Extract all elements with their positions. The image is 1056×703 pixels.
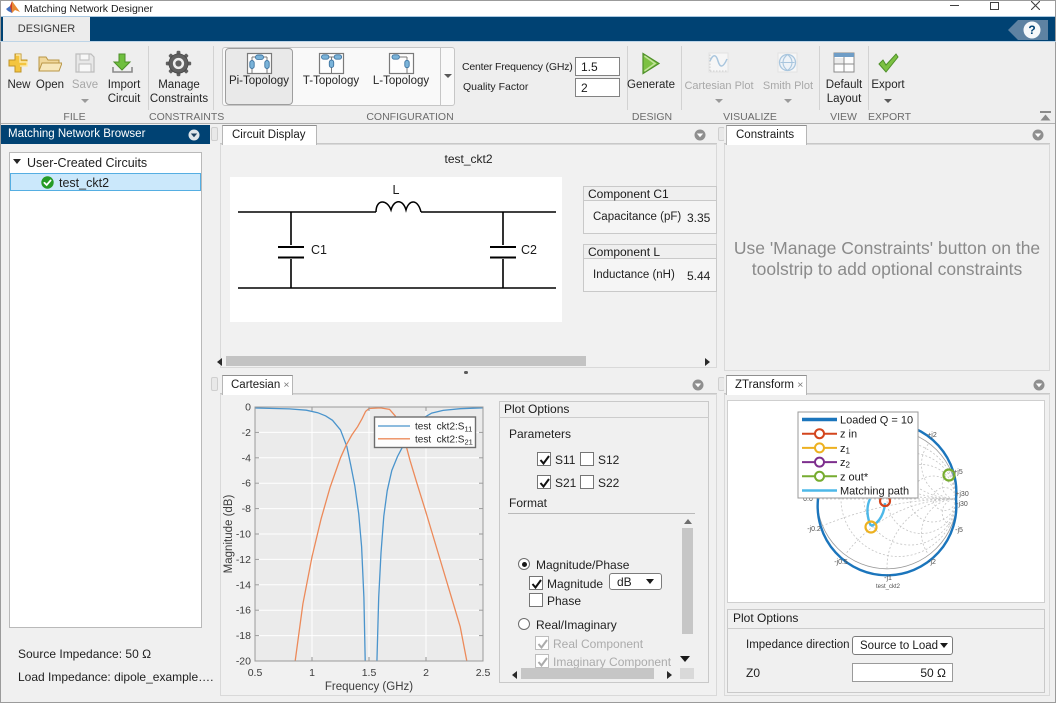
svg-text:1.5: 1.5 [362,667,377,679]
svg-text:-14: -14 [236,579,251,591]
svg-text:-j1: -j1 [884,575,892,582]
svg-text:test ckt2:S11: test ckt2:S11 [415,422,472,434]
svg-text:test_ckt2: test_ckt2 [876,584,901,590]
svg-text:+j5: +j5 [953,469,963,476]
svg-text:2: 2 [423,667,429,679]
svg-text:+j30: +j30 [955,491,969,498]
svg-text:Frequency (GHz): Frequency (GHz) [325,681,413,693]
svg-text:z out*: z out* [840,471,869,483]
svg-text:-4: -4 [242,452,251,464]
svg-text:+j2: +j2 [927,432,937,439]
svg-text:C1: C1 [311,243,327,257]
svg-text:?: ? [1028,23,1035,37]
svg-text:L: L [393,183,400,197]
svg-text:test ckt2:S21: test ckt2:S21 [415,434,473,446]
svg-text:Matching path: Matching path [840,486,909,498]
svg-text:0: 0 [245,402,251,414]
svg-text:Loaded Q = 10: Loaded Q = 10 [840,415,913,427]
svg-text:z in: z in [840,429,857,441]
svg-text:-2: -2 [242,427,251,439]
svg-text:0.5: 0.5 [248,667,263,679]
svg-text:-10: -10 [236,529,251,541]
svg-text:-8: -8 [242,503,251,515]
svg-text:C2: C2 [521,243,537,257]
svg-text:-12: -12 [236,554,251,566]
svg-text:-j2: -j2 [928,559,936,566]
svg-text:-j30: -j30 [956,501,968,508]
svg-text:-j5: -j5 [955,527,963,534]
svg-text:-j0.2: -j0.2 [807,526,821,533]
svg-text:-18: -18 [236,630,251,642]
svg-text:Magnitude (dB): Magnitude (dB) [223,495,235,574]
svg-text:-20: -20 [236,656,251,668]
svg-text:1: 1 [309,667,315,679]
svg-text:-16: -16 [236,605,251,617]
svg-text:2.5: 2.5 [476,667,491,679]
svg-text:-j0.5: -j0.5 [834,559,848,566]
svg-text:-6: -6 [242,478,251,490]
